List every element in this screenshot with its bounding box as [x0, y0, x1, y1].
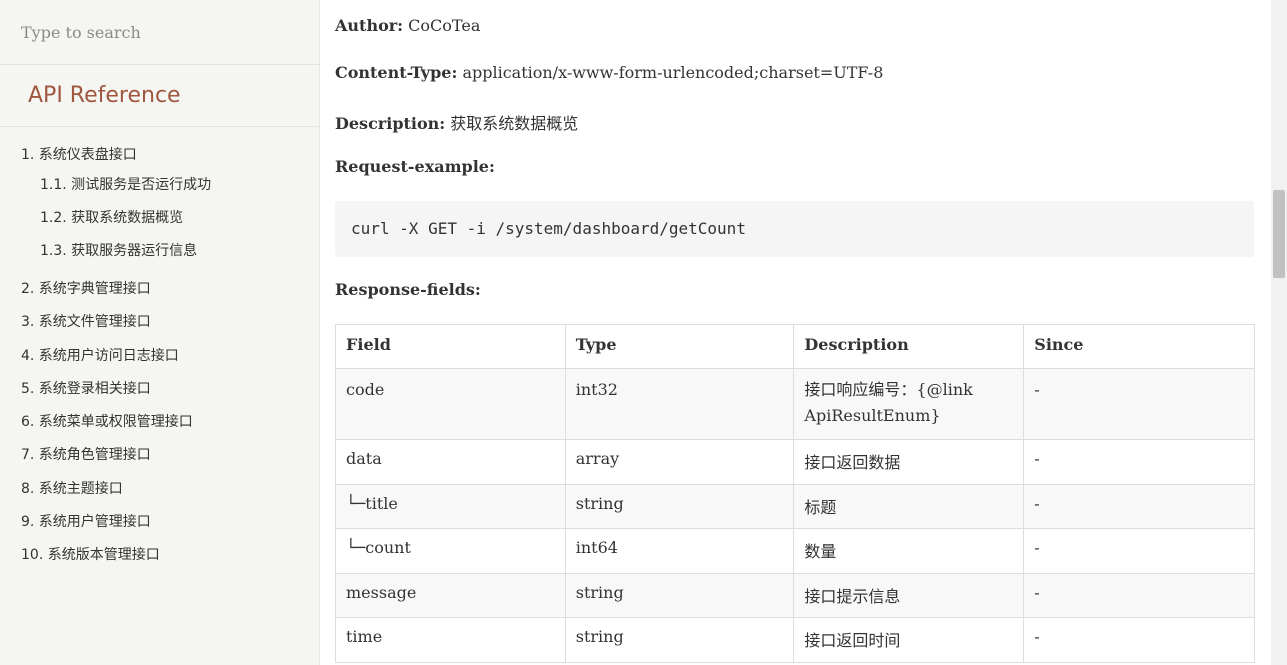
table-header-row: Field Type Description Since [335, 324, 1255, 369]
table-cell: - [1023, 572, 1255, 618]
author-label: Author: [335, 16, 404, 35]
toc-item: 6. 系统菜单或权限管理接口 [0, 411, 319, 444]
toc-link-1-3[interactable]: 1.3. 获取服务器运行信息 [40, 243, 197, 259]
table-cell: - [1023, 617, 1255, 663]
toc-item: 8. 系统主题接口 [0, 478, 319, 511]
content-type-label: Content-Type: [335, 63, 458, 82]
toc-link-10[interactable]: 10. 系统版本管理接口 [21, 547, 160, 563]
toc-item: 5. 系统登录相关接口 [0, 378, 319, 411]
table-cell: 接口提示信息 [793, 572, 1025, 618]
table-cell: string [564, 483, 795, 529]
toc-link-5[interactable]: 5. 系统登录相关接口 [21, 381, 151, 397]
toc-item: 3. 系统文件管理接口 [0, 311, 319, 344]
table-row: time string 接口返回时间 - [335, 617, 1255, 663]
table-cell: string [564, 617, 795, 663]
table-row: message string 接口提示信息 - [335, 572, 1255, 618]
toc-link-7[interactable]: 7. 系统角色管理接口 [21, 447, 151, 463]
toc-link-1-1[interactable]: 1.1. 测试服务是否运行成功 [40, 177, 211, 193]
toc-link-3[interactable]: 3. 系统文件管理接口 [21, 314, 151, 330]
table-cell: int64 [564, 528, 795, 574]
table-row: code int32 接口响应编号：{@link ApiResultEnum} … [335, 368, 1255, 440]
table-cell: - [1023, 368, 1255, 440]
table-header-type: Type [564, 324, 795, 369]
description-value: 获取系统数据概览 [450, 114, 579, 133]
vertical-scrollbar[interactable] [1271, 0, 1287, 665]
search-box [0, 0, 319, 65]
toc-item: 9. 系统用户管理接口 [0, 511, 319, 544]
table-cell: message [335, 572, 566, 618]
content-type-line: Content-Type: application/x-www-form-url… [335, 63, 883, 82]
table-header-field: Field [335, 324, 566, 369]
table-cell: 标题 [793, 483, 1025, 529]
description-label: Description: [335, 114, 446, 133]
toc-item: 1.1. 测试服务是否运行成功 [0, 174, 319, 207]
table-cell: └─count [335, 528, 566, 574]
table-row: └─title string 标题 - [335, 483, 1255, 529]
table-cell: └─title [335, 483, 566, 529]
table-cell: data [335, 439, 566, 485]
toc-link-8[interactable]: 8. 系统主题接口 [21, 481, 123, 497]
toc-item: 2. 系统字典管理接口 [0, 278, 319, 311]
table-header-description: Description [793, 324, 1025, 369]
toc-item: 1.3. 获取服务器运行信息 [0, 240, 319, 278]
table-cell: 接口返回数据 [793, 439, 1025, 485]
table-header-since: Since [1023, 324, 1255, 369]
toc-item: 1.2. 获取系统数据概览 [0, 207, 319, 240]
table-cell: 接口返回时间 [793, 617, 1025, 663]
table-row: data array 接口返回数据 - [335, 439, 1255, 485]
table-row: └─count int64 数量 - [335, 528, 1255, 574]
table-cell: int32 [564, 368, 795, 440]
author-line: Author: CoCoTea [335, 16, 480, 35]
table-cell: - [1023, 483, 1255, 529]
main-content: Author: CoCoTea Content-Type: applicatio… [320, 0, 1271, 665]
toc-item: 7. 系统角色管理接口 [0, 444, 319, 477]
toc-link-1[interactable]: 1. 系统仪表盘接口 [21, 147, 137, 163]
table-cell: array [564, 439, 795, 485]
request-example-code: curl -X GET -i /system/dashboard/getCoun… [335, 201, 1254, 257]
toc-link-6[interactable]: 6. 系统菜单或权限管理接口 [21, 414, 193, 430]
response-fields-heading: Response-fields: [335, 280, 481, 299]
table-cell: time [335, 617, 566, 663]
response-fields-table: Field Type Description Since code int32 … [335, 324, 1255, 663]
response-fields-label: Response-fields: [335, 280, 481, 299]
author-value: CoCoTea [408, 16, 481, 35]
description-line: Description: 获取系统数据概览 [335, 110, 578, 134]
content-type-value: application/x-www-form-urlencoded;charse… [462, 63, 884, 82]
scrollbar-thumb[interactable] [1273, 190, 1285, 278]
table-cell: 接口响应编号：{@link ApiResultEnum} [793, 368, 1025, 440]
toc-link-9[interactable]: 9. 系统用户管理接口 [21, 514, 151, 530]
toc-link-2[interactable]: 2. 系统字典管理接口 [21, 281, 151, 297]
request-example-label: Request-example: [335, 157, 495, 176]
toc-item: 10. 系统版本管理接口 [0, 544, 319, 577]
table-cell: - [1023, 439, 1255, 485]
table-cell: - [1023, 528, 1255, 574]
toc-title: API Reference [0, 65, 319, 127]
toc-item: 4. 系统用户访问日志接口 [0, 345, 319, 378]
request-example-heading: Request-example: [335, 157, 495, 176]
table-cell: 数量 [793, 528, 1025, 574]
sidebar: API Reference 1. 系统仪表盘接口 1.1. 测试服务是否运行成功… [0, 0, 320, 665]
search-input[interactable] [21, 22, 301, 42]
toc-list: 1. 系统仪表盘接口 1.1. 测试服务是否运行成功 1.2. 获取系统数据概览… [0, 127, 319, 578]
table-cell: code [335, 368, 566, 440]
table-cell: string [564, 572, 795, 618]
toc-item: 1. 系统仪表盘接口 [0, 144, 319, 174]
toc-link-4[interactable]: 4. 系统用户访问日志接口 [21, 348, 179, 364]
toc-link-1-2[interactable]: 1.2. 获取系统数据概览 [40, 210, 183, 226]
